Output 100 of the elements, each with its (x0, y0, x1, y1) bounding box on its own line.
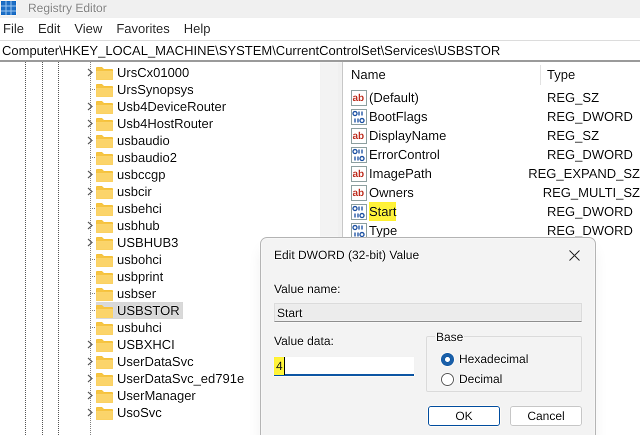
value-name[interactable]: Type (369, 220, 398, 240)
value-type: REG_MULTI_SZ (542, 184, 640, 202)
tree-item-label: usbehci (117, 200, 162, 218)
folder-icon (96, 168, 113, 182)
chevron-right-icon[interactable] (86, 374, 92, 383)
chevron-right-icon[interactable] (86, 68, 92, 77)
folder-icon (96, 82, 113, 96)
menu-item[interactable]: View (74, 19, 102, 39)
tree-item-label: usbaudio2 (117, 148, 177, 167)
binary-value-icon (351, 146, 367, 162)
menu-item[interactable]: Help (184, 19, 211, 39)
dialog-button[interactable]: Cancel (510, 406, 582, 426)
tree-item-label: USBXHCI (117, 336, 175, 354)
tree-item-label: usbccgp (117, 166, 166, 184)
folder-icon (96, 270, 113, 284)
string-value-icon: ab (351, 184, 367, 200)
value-type: REG_EXPAND_SZ (527, 164, 640, 183)
field-label: Value name: (274, 281, 342, 298)
folder-icon (96, 372, 113, 386)
folder-icon (96, 218, 113, 232)
value-type: REG_DWORD (546, 202, 633, 221)
value-type: REG_SZ (546, 88, 600, 107)
tree-item-label: USBSTOR (117, 302, 180, 320)
menu-item[interactable]: Favorites (116, 19, 170, 39)
chevron-right-icon[interactable] (86, 238, 92, 247)
folder-icon (96, 184, 113, 198)
folder-icon (96, 116, 113, 130)
chevron-right-icon[interactable] (86, 391, 92, 400)
folder-icon (96, 338, 113, 352)
folder-icon (96, 66, 113, 80)
tree-item-label: usbhub (117, 216, 160, 235)
string-value-icon: ab (351, 128, 367, 144)
chevron-right-icon[interactable] (86, 102, 92, 111)
chevron-right-icon[interactable] (86, 119, 92, 128)
folder-icon (96, 100, 113, 114)
folder-icon (96, 354, 113, 368)
folder-icon (96, 304, 113, 318)
string-value-icon: ab (351, 90, 367, 106)
registry-app-icon (1, 1, 16, 15)
value-name[interactable]: BootFlags (369, 106, 428, 126)
tree-item-label: UrsSynopsys (117, 80, 194, 99)
value-name[interactable]: (Default) (369, 88, 419, 108)
value-name[interactable]: ErrorControl (369, 144, 440, 164)
chevron-right-icon[interactable] (86, 357, 92, 366)
chevron-right-icon[interactable] (86, 170, 92, 179)
column-header[interactable]: Name (343, 65, 541, 85)
tree-item-label: UserDataSvc (117, 352, 194, 371)
field-label: Value data: (274, 333, 335, 350)
tree-item[interactable]: usbprint (96, 268, 166, 285)
folder-icon (96, 320, 113, 334)
tree-item-label: Usb4DeviceRouter (117, 98, 226, 116)
value-type: REG_SZ (546, 126, 600, 145)
folder-icon (96, 406, 113, 420)
value-name[interactable]: Owners (369, 182, 414, 202)
tree-item-label: usbprint (117, 268, 164, 286)
tree-item-label: usbser (117, 284, 156, 303)
menu-item[interactable]: Edit (38, 19, 60, 39)
folder-icon (96, 134, 113, 148)
tree-item-label: usbohci (117, 250, 162, 269)
value-name[interactable]: ImagePath (369, 164, 432, 184)
chevron-right-icon[interactable] (86, 340, 92, 349)
string-value-icon: ab (351, 166, 367, 182)
value-type: REG_DWORD (546, 222, 633, 240)
tree-item-label: UrsCx01000 (117, 64, 190, 82)
chevron-right-icon[interactable] (86, 408, 92, 417)
binary-value-icon (351, 204, 367, 220)
column-header[interactable]: Type (541, 65, 576, 85)
value-data-field[interactable]: 4 (274, 357, 414, 376)
tree-item-label: UsoSvc (117, 404, 162, 422)
value-name-field[interactable]: Start (274, 303, 582, 322)
address-bar[interactable]: Computer\HKEY_LOCAL_MACHINE\SYSTEM\CurrentControlSet\Services\USBSTOR (0, 40, 640, 60)
tree-item[interactable]: USBSTOR (96, 302, 183, 319)
dialog-button[interactable]: OK (428, 406, 500, 426)
value-type: REG_DWORD (546, 108, 633, 126)
tree-item-label: Usb4HostRouter (117, 114, 214, 133)
tree-item-label: usbcir (117, 182, 152, 201)
chevron-right-icon[interactable] (86, 187, 92, 196)
close-icon[interactable] (569, 250, 580, 260)
tree-item-label: USBHUB3 (117, 234, 178, 252)
tree-item-label: usbaudio (117, 132, 170, 150)
tree-item-label: UserManager (117, 386, 196, 405)
binary-value-icon (351, 108, 367, 124)
dialog-title: Edit DWORD (32-bit) Value (274, 247, 420, 264)
tree-item-label: UserDataSvc_ed791e (117, 370, 244, 388)
menu-item[interactable]: File (3, 19, 24, 39)
folder-icon (96, 150, 113, 164)
value-name[interactable]: DisplayName (369, 126, 446, 146)
radio-option[interactable]: Decimal (441, 369, 581, 389)
chevron-right-icon[interactable] (86, 221, 92, 230)
folder-icon (96, 202, 113, 216)
value-type: REG_DWORD (546, 146, 633, 164)
radio-option[interactable]: Hexadecimal (441, 349, 581, 369)
folder-icon (96, 388, 113, 402)
folder-icon (96, 236, 113, 250)
chevron-right-icon[interactable] (86, 136, 92, 145)
window-title: Registry Editor (28, 2, 107, 14)
value-data-text: 4 (274, 356, 285, 374)
folder-icon (96, 286, 113, 300)
tree-item-label: usbuhci (117, 318, 162, 337)
folder-icon (96, 252, 113, 266)
